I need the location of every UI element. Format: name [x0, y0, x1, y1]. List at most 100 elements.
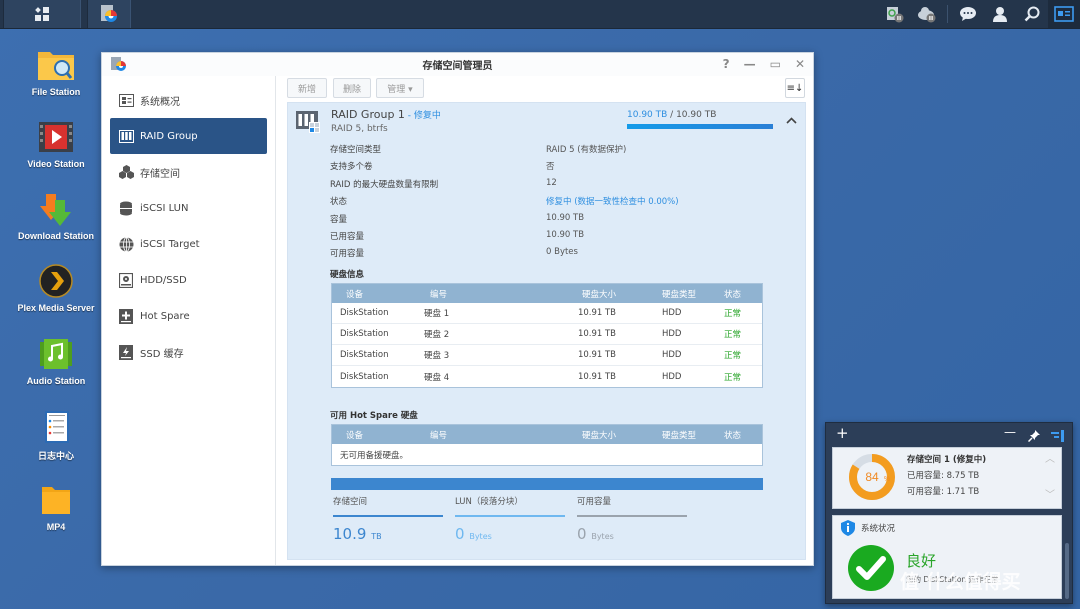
storage-manager-icon: [101, 5, 117, 22]
log-center-icon: [36, 410, 76, 444]
volume-widget[interactable]: 84 % 存储空间 1 (修复中) 已用容量: 8.75 TB 可用容量: 1.…: [832, 447, 1062, 509]
raid-subtitle: RAID 5, btrfs: [331, 124, 388, 134]
disk-row[interactable]: DiskStation 硬盘 4 10.91 TB HDD 正常: [332, 366, 762, 387]
desktop-icon-download-station[interactable]: Download Station: [0, 192, 112, 241]
lun-icon: [118, 200, 134, 216]
property-row: 可用容量 0 Bytes: [330, 247, 578, 260]
main-content: 新增 删除 管理 ▾ ≡↓ RAID Group 1 - 修复中 RAID 5,…: [277, 76, 813, 565]
hot-spare-icon: [118, 308, 134, 324]
help-button[interactable]: ?: [723, 57, 730, 71]
hot-spare-empty-row: 无可用备援硬盘。: [340, 450, 409, 461]
usage-bar: [331, 478, 763, 490]
window-titlebar[interactable]: 存储空间管理员 ? — ▭ ✕: [102, 53, 813, 76]
property-row: 支持多个卷否: [330, 162, 555, 173]
desktop-icon-file-station[interactable]: File Station: [0, 48, 112, 97]
volume-usage-donut: 84 %: [849, 454, 895, 500]
desktop-icon-audio-station[interactable]: Audio Station: [0, 337, 112, 386]
storage-manager-window: 存储空间管理员 ? — ▭ ✕ 系统概况 RAID Group 存储空间 iSC…: [101, 52, 814, 566]
volume-used: 已用容量: 8.75 TB: [907, 471, 980, 481]
window-title: 存储空间管理员: [422, 61, 493, 72]
taskbar-storage-manager[interactable]: [87, 0, 131, 28]
globe-icon: [118, 236, 134, 252]
close-button[interactable]: ✕: [795, 57, 805, 71]
sidebar-item-iscsi-target[interactable]: iSCSI Target: [110, 226, 267, 262]
main-menu-button[interactable]: [3, 0, 81, 28]
watermark: 值 什么值得买: [900, 571, 1021, 593]
hot-spare-table: 设备 编号 硬盘大小 硬盘类型 状态 无可用备援硬盘。: [331, 424, 763, 466]
sidebar-item-hot-spare[interactable]: Hot Spare: [110, 298, 267, 334]
manage-dropdown[interactable]: 管理 ▾: [376, 78, 424, 98]
file-station-icon: [36, 48, 76, 82]
chat-icon[interactable]: [952, 0, 984, 28]
property-row: 容量 10.90 TB: [330, 212, 585, 225]
hdd-icon: [118, 272, 134, 288]
sidebar-item-overview[interactable]: 系统概况: [110, 82, 267, 118]
raid-status: - 修复中: [404, 111, 441, 121]
desktop-icon-log-center[interactable]: 日志中心: [0, 410, 112, 462]
hot-spare-heading: 可用 Hot Spare 硬盘: [330, 411, 418, 421]
sidebar: 系统概况 RAID Group 存储空间 iSCSI LUN iSCSI Tar…: [102, 76, 276, 565]
desktop-icon-mp4[interactable]: MP4: [0, 483, 112, 532]
scroll-down-icon[interactable]: ﹀: [1045, 486, 1055, 501]
info-shield-icon: [841, 520, 855, 536]
raid-icon: [118, 128, 134, 144]
folder-icon: [36, 483, 76, 517]
disk-row[interactable]: DiskStation 硬盘 3 10.91 TB HDD 正常: [332, 345, 762, 366]
disk-info-heading: 硬盘信息: [330, 270, 365, 280]
scroll-up-icon[interactable]: ︿: [1045, 450, 1055, 465]
sort-icon: ≡↓: [786, 82, 804, 94]
maximize-button[interactable]: ▭: [770, 57, 781, 71]
cloud-sync-paused-icon[interactable]: [911, 0, 943, 28]
raid-group-icon: [296, 111, 320, 133]
widgets-icon[interactable]: [1048, 0, 1080, 28]
video-station-icon: [36, 120, 76, 154]
collapse-chevron-icon[interactable]: [786, 114, 797, 127]
overview-icon: [118, 92, 134, 108]
property-row: 存储空间类型 RAID 5 (有数据保护): [330, 145, 627, 155]
sidebar-item-ssd-cache[interactable]: SSD 缓存: [110, 334, 267, 370]
storage-manager-icon: [111, 57, 126, 71]
stat-free: 可用容量 0 Bytes: [577, 495, 687, 543]
sidebar-item-raid-group[interactable]: RAID Group: [110, 118, 267, 154]
volume-icon: [118, 164, 134, 180]
sort-button[interactable]: ≡↓: [785, 78, 805, 98]
stat-volume: 存储空间 10.9 TB: [333, 495, 443, 543]
apps-grid-icon: [35, 7, 49, 21]
check-circle-icon: [848, 545, 894, 591]
taskbar: [0, 0, 1080, 29]
desktop-icon-video-station[interactable]: Video Station: [0, 120, 112, 169]
backup-paused-icon[interactable]: [879, 0, 911, 28]
disk-table-header: 设备 编号 硬盘大小 硬盘类型 状态: [332, 284, 762, 303]
toolbar: 新增 删除 管理 ▾ ≡↓: [277, 78, 813, 102]
search-icon[interactable]: [1016, 0, 1048, 28]
widget-scrollbar[interactable]: [1065, 543, 1069, 599]
raid-properties: 存储空间类型 RAID 5 (有数据保护) 支持多个卷否 RAID 的最大硬盘数量…: [330, 143, 750, 265]
stat-lun: LUN（段落分块） 0 Bytes: [455, 495, 565, 543]
desktop-icon-plex[interactable]: Plex Media Server: [0, 264, 112, 313]
add-widget-button[interactable]: +: [836, 424, 849, 442]
create-button[interactable]: 新增: [287, 78, 327, 98]
capacity-text: 10.90 TB / 10.90 TB: [627, 110, 717, 120]
percent-sign: %: [884, 476, 890, 483]
widget-layout-icon[interactable]: [1051, 427, 1064, 446]
disk-table: 设备 编号 硬盘大小 硬盘类型 状态 DiskStation 硬盘 1 10.91 TB HD…: [331, 283, 763, 388]
property-row: RAID 的最大硬盘数量有限制 12: [330, 177, 557, 190]
user-icon[interactable]: [984, 0, 1016, 28]
sidebar-item-hdd-ssd[interactable]: HDD/SSD: [110, 262, 267, 298]
volume-title: 存储空间 1 (修复中): [907, 455, 987, 465]
download-station-icon: [36, 192, 76, 226]
sidebar-item-iscsi-lun[interactable]: iSCSI LUN: [110, 190, 267, 226]
property-row: 已用容量 10.90 TB: [330, 229, 585, 242]
raid-group-title: RAID Group 1 - 修复中: [331, 108, 441, 121]
disk-row[interactable]: DiskStation 硬盘 1 10.91 TB HDD 正常: [332, 303, 762, 324]
donut-percent: 84: [865, 470, 879, 484]
property-row: 状态 修复中 (数据一致性检查中 0.00%): [330, 197, 679, 208]
widget-minimize-button[interactable]: —: [1004, 425, 1016, 439]
health-title: 系统状况: [861, 524, 896, 534]
ssd-cache-icon: [118, 344, 134, 360]
disk-row[interactable]: DiskStation 硬盘 2 10.91 TB HDD 正常: [332, 324, 762, 345]
sidebar-item-volume[interactable]: 存储空间: [110, 154, 267, 190]
delete-button[interactable]: 删除: [333, 78, 371, 98]
minimize-button[interactable]: —: [744, 57, 756, 71]
pin-icon[interactable]: [1027, 427, 1040, 446]
